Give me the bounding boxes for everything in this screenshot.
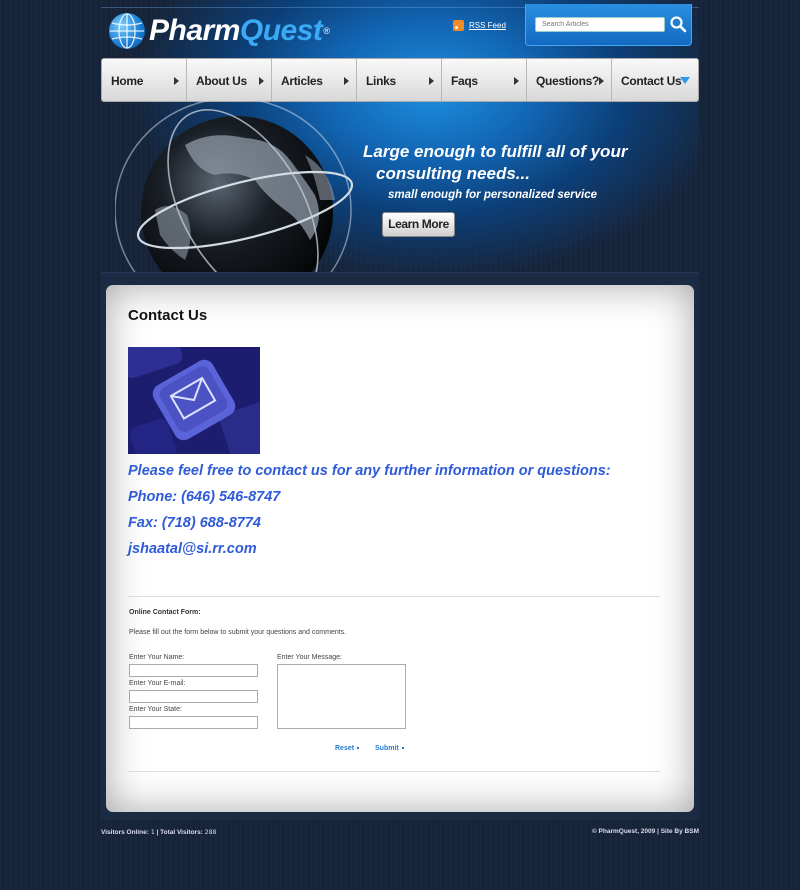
page-title: Contact Us (128, 307, 208, 324)
nav-item-questions[interactable]: Questions? (527, 59, 612, 101)
total-visitors-label: Total Visitors: (160, 829, 203, 836)
logo-registered-mark: ® (323, 26, 331, 36)
rss-feed-link[interactable]: RSS Feed (453, 20, 506, 31)
submit-button[interactable]: Submit (375, 745, 404, 752)
banner-globe-image (115, 100, 355, 272)
nav-label: Home (111, 74, 144, 88)
tagline-line-2: consulting needs... (376, 164, 530, 183)
arrow-right-icon (174, 77, 179, 85)
nav-item-home[interactable]: Home (102, 59, 187, 101)
arrow-right-icon (514, 77, 519, 85)
nav-label: About Us (196, 74, 247, 88)
message-label: Enter Your Message: (277, 654, 342, 661)
contact-phone: Phone: (646) 546-8747 (128, 489, 281, 505)
contact-fax: Fax: (718) 688-8774 (128, 515, 261, 531)
contact-info: Please feel free to contact us for any f… (128, 463, 611, 567)
arrow-right-icon (344, 77, 349, 85)
contact-intro: Please feel free to contact us for any f… (128, 463, 611, 479)
nav-label: Links (366, 74, 396, 88)
rss-icon (453, 20, 464, 31)
tagline-line-3: small enough for personalized service (388, 189, 597, 201)
email-label: Enter Your E-mail: (129, 680, 186, 687)
reset-button[interactable]: Reset (335, 745, 360, 752)
submit-label: Submit (375, 745, 399, 752)
search-panel (525, 4, 692, 46)
envelope-key-icon (128, 347, 260, 454)
page-wrapper: PharmQuest® RSS Feed Home About Us Artic… (101, 0, 699, 890)
state-field[interactable] (129, 716, 258, 729)
nav-item-about-us[interactable]: About Us (187, 59, 272, 101)
name-label: Enter Your Name: (129, 654, 185, 661)
content-panel: Contact Us Please feel free to contact u… (106, 285, 694, 812)
footer-copyright: © PharmQuest, 2009 | Site By BSM (591, 828, 699, 835)
nav-item-faqs[interactable]: Faqs (442, 59, 527, 101)
arrow-right-icon (599, 77, 604, 85)
visitors-online-count: 1 (150, 828, 155, 836)
nav-item-links[interactable]: Links (357, 59, 442, 101)
footer-separator: | (156, 829, 159, 836)
form-heading: Online Contact Form: (129, 609, 201, 616)
nav-label: Contact Us (621, 74, 682, 88)
globe-logo-icon (109, 13, 145, 49)
bullet-icon (357, 747, 360, 750)
arrow-down-icon (680, 77, 690, 84)
arrow-right-icon (259, 77, 264, 85)
arrow-right-icon (429, 77, 434, 85)
tagline-line-1: Large enough to fulfill all of your (363, 142, 628, 161)
email-field[interactable] (129, 690, 258, 703)
contact-email-link[interactable]: jshaatal@si.rr.com (128, 541, 611, 557)
reset-label: Reset (335, 745, 355, 752)
visitor-counter: Visitors Online: 1 | Total Visitors: 288 (101, 828, 216, 836)
visitors-online-label: Visitors Online: (101, 829, 149, 836)
nav-label: Articles (281, 74, 323, 88)
name-field[interactable] (129, 664, 258, 677)
state-label: Enter Your State: (129, 706, 182, 713)
search-input[interactable] (535, 17, 665, 32)
main-navigation: Home About Us Articles Links Faqs Questi… (101, 58, 699, 102)
divider-top (128, 596, 660, 597)
search-icon[interactable] (669, 15, 687, 33)
form-intro: Please fill out the form below to submit… (129, 629, 347, 636)
bullet-icon (401, 747, 404, 750)
divider-bottom (128, 771, 660, 772)
message-field[interactable] (277, 664, 406, 729)
total-visitors-count: 288 (204, 828, 217, 836)
learn-more-button[interactable]: Learn More (382, 212, 455, 237)
nav-label: Faqs (451, 74, 478, 88)
nav-label: Questions? (536, 74, 600, 88)
nav-item-contact-us[interactable]: Contact Us (612, 59, 698, 101)
banner-tagline: Large enough to fulfill all of your cons… (363, 142, 627, 201)
rss-feed-label: RSS Feed (469, 21, 506, 30)
nav-item-articles[interactable]: Articles (272, 59, 357, 101)
logo-text: PharmQuest (149, 14, 323, 47)
site-logo[interactable]: PharmQuest ® (109, 10, 330, 52)
